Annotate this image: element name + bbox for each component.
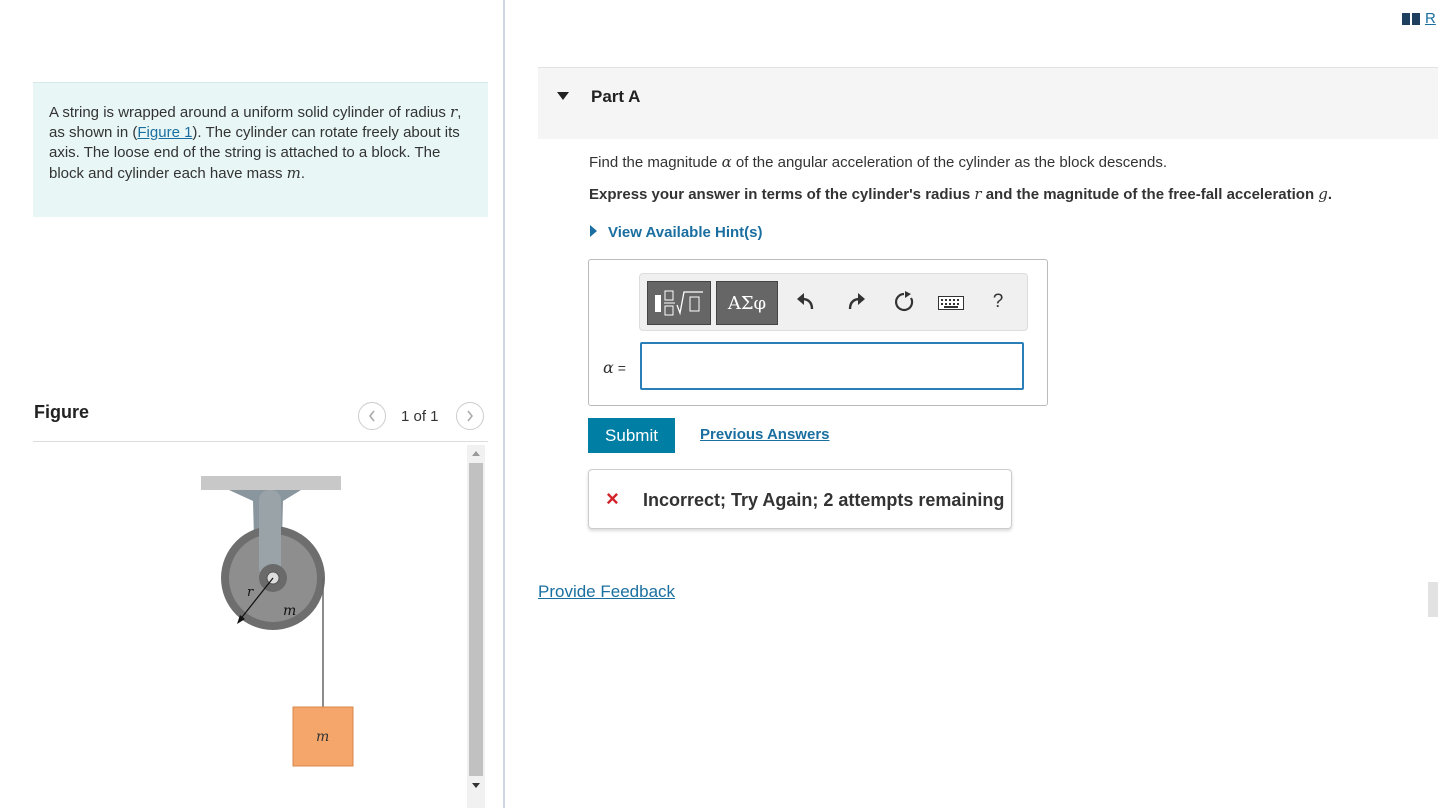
greek-symbols-button[interactable]: ΑΣφ (716, 281, 778, 325)
keyboard-icon (938, 296, 964, 310)
provide-feedback-link[interactable]: Provide Feedback (538, 582, 675, 602)
scroll-down-icon[interactable] (471, 782, 481, 790)
figure-next-button[interactable] (456, 402, 484, 430)
feedback-message: Incorrect; Try Again; 2 attempts remaini… (643, 490, 1005, 510)
resources-link[interactable]: R (1425, 10, 1436, 27)
caret-down-icon[interactable] (557, 92, 569, 100)
instruction-text: Express your answer in terms of the cyli… (589, 185, 1333, 203)
keyboard-button[interactable] (936, 292, 966, 314)
view-hints-link[interactable]: View Available Hint(s) (608, 224, 763, 241)
undo-icon (797, 293, 814, 310)
previous-answers-link[interactable]: Previous Answers (700, 426, 830, 443)
caret-right-icon[interactable] (590, 225, 597, 237)
problem-text: A string is wrapped around a uniform sol… (49, 103, 462, 182)
fraction-sqrt-icon (655, 290, 703, 316)
figure-divider (33, 441, 488, 442)
page-scroll-thumb[interactable] (1428, 582, 1438, 617)
chevron-right-icon (467, 410, 474, 422)
redo-icon (848, 293, 865, 310)
var-g: g (1318, 185, 1328, 203)
templates-button[interactable] (647, 281, 711, 325)
part-title[interactable]: Part A (591, 87, 640, 107)
problem-statement: A string is wrapped around a uniform sol… (33, 82, 488, 217)
redo-button[interactable] (842, 288, 870, 316)
pulley-figure: r m m (201, 476, 354, 767)
var-alpha: α (721, 153, 732, 171)
label-m-block: m (316, 729, 329, 745)
question-text: Find the magnitude α of the angular acce… (589, 153, 1167, 171)
submit-button[interactable]: Submit (588, 418, 675, 453)
incorrect-x-icon: × (606, 486, 619, 511)
label-m-cylinder: m (283, 603, 296, 619)
figure-title: Figure (34, 402, 90, 422)
ceiling-bar (201, 476, 341, 490)
column-divider (503, 0, 505, 808)
undo-button[interactable] (792, 288, 820, 316)
figure-link[interactable]: Figure 1 (137, 124, 192, 141)
figure-prev-button[interactable] (358, 402, 386, 430)
chevron-left-icon (368, 410, 375, 422)
var-r: r (974, 185, 982, 203)
label-r: r (247, 585, 254, 600)
answer-label: α = (603, 358, 626, 377)
figure-pager: 1 of 1 (401, 408, 439, 425)
answer-input[interactable] (640, 342, 1024, 390)
scroll-up-icon[interactable] (471, 449, 481, 457)
book-icon[interactable] (1402, 13, 1420, 25)
var-m: m (286, 164, 301, 182)
reset-button[interactable] (890, 288, 918, 316)
reset-icon (895, 291, 914, 312)
figure-scroll-thumb[interactable] (469, 463, 483, 776)
help-button[interactable]: ? (984, 288, 1012, 316)
part-a-header[interactable] (538, 67, 1438, 139)
math-toolbar: ΑΣφ ? (639, 273, 1028, 331)
